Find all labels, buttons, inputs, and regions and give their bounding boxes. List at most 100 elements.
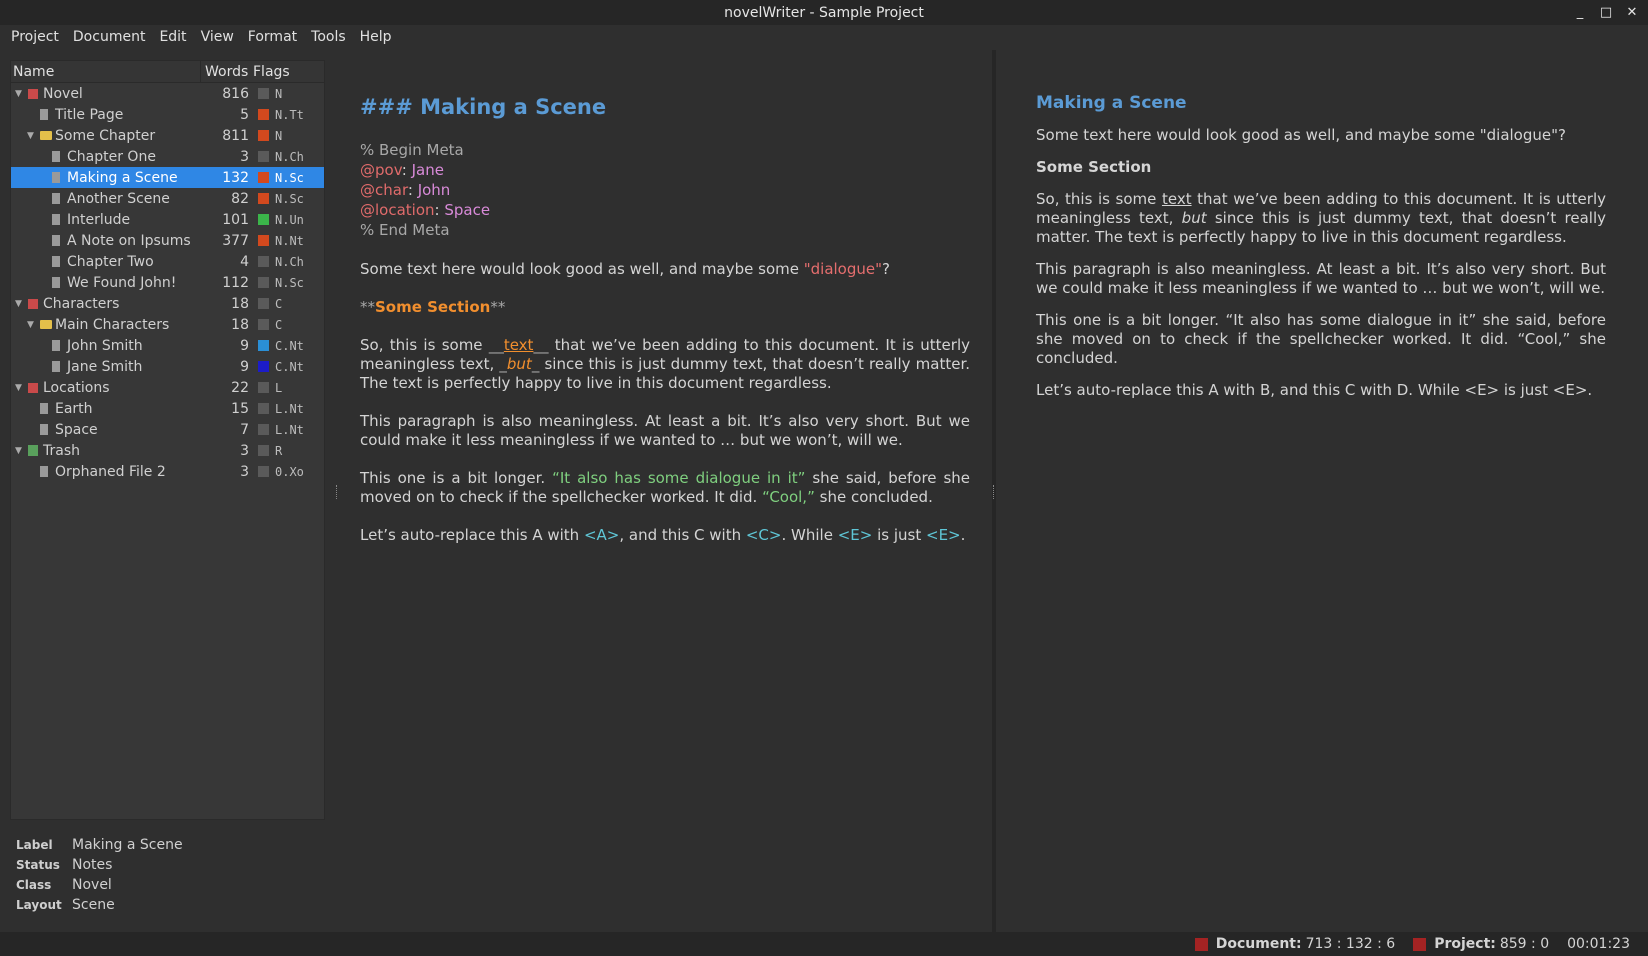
tree-item-a-note-on-ipsums[interactable]: A Note on Ipsums 377 N.Nt [11,230,324,251]
editor-paragraph-3: This paragraph is also meaningless. At l… [360,412,970,449]
menu-project[interactable]: Project [4,25,66,49]
pov-value: Jane [411,161,444,179]
status-color-icon [258,214,269,225]
section-text: Some Section [375,298,491,316]
tree-item-jane-smith[interactable]: Jane Smith 9 C.Nt [11,356,324,377]
document-icon [40,466,48,477]
tree-item-label: Some Chapter [55,127,156,144]
tree-item-orphaned-file-2[interactable]: Orphaned File 2 3 0.Xo [11,461,324,482]
underline-marker: __ [488,336,504,354]
tree-item-characters[interactable]: ▼ Characters 18 C [11,293,324,314]
tree-item-word-count: 9 [240,337,249,354]
editor-paragraph-2: So, this is some __text__ that we’ve bee… [360,336,970,393]
meta-pov-line: @pov: Jane [360,161,970,181]
root-folder-icon [28,88,38,99]
status-color-icon [258,277,269,288]
folder-icon [40,320,52,329]
tree-item-title-page[interactable]: Title Page 5 N.Tt [11,104,324,125]
tree-item-we-found-john[interactable]: We Found John! 112 N.Sc [11,272,324,293]
text: Let’s auto-replace this A with [360,526,584,544]
menu-view[interactable]: View [194,25,241,49]
detail-row: Status Notes [16,855,316,875]
expand-arrow-icon[interactable]: ▼ [15,446,25,456]
tree-item-word-count: 811 [222,127,249,144]
column-header-words[interactable]: Words [201,61,251,83]
trash-icon [28,445,38,456]
detail-row: Label Making a Scene [16,835,316,855]
column-header-flags[interactable]: Flags [251,61,321,83]
tree-item-word-count: 22 [231,379,249,396]
tree-item-label: Locations [43,379,110,396]
viewer-paragraph-2: So, this is some text that we’ve been ad… [1036,190,1606,247]
tree-item-label: Chapter Two [67,253,154,270]
replace-tag: <C> [745,526,782,544]
italic-marker: _ [499,355,507,373]
tree-item-word-count: 816 [222,85,249,102]
minimize-button[interactable]: _ [1572,5,1588,21]
maximize-button[interactable]: □ [1598,5,1614,21]
document-stats-label: Document: [1215,936,1302,952]
tree-item-space[interactable]: Space 7 L.Nt [11,419,324,440]
menu-tools[interactable]: Tools [304,25,353,49]
replace-tag: <E> [926,526,961,544]
tree-item-another-scene[interactable]: Another Scene 82 N.Sc [11,188,324,209]
menu-format[interactable]: Format [241,25,304,49]
window-title: novelWriter - Sample Project [724,4,924,21]
tree-item-chapter-two[interactable]: Chapter Two 4 N.Ch [11,251,324,272]
status-color-icon [258,256,269,267]
status-bar: Document: 713 : 132 : 6 Project: 859 : 0… [0,932,1648,956]
italic-text: but [506,355,532,373]
tree-item-flags: L.Nt [275,401,304,416]
text: So, this is some [360,336,489,354]
editor-content[interactable]: ### Making a Scene % Begin Meta @pov: Ja… [360,92,970,564]
tree-item-main-characters[interactable]: ▼ Main Characters 18 C [11,314,324,335]
tree-item-flags: C.Nt [275,359,304,374]
colon: : [434,201,445,219]
window-controls: _ □ ✕ [1572,0,1640,25]
detail-value-class: Novel [72,877,112,893]
tree-item-label: Orphaned File 2 [55,463,166,480]
menu-edit[interactable]: Edit [152,25,193,49]
tree-item-interlude[interactable]: Interlude 101 N.Un [11,209,324,230]
detail-key-label: Label [16,838,53,852]
tree-item-flags: N.Nt [275,233,304,248]
folder-icon [40,131,52,140]
tree-item-making-a-scene[interactable]: Making a Scene 132 N.Sc [11,167,324,188]
meta-begin-comment: % Begin Meta [360,141,464,159]
editor-paragraph-4: This one is a bit longer. “It also has s… [360,469,970,507]
text: , and this C with [619,526,746,544]
document-icon [52,235,60,246]
expand-arrow-icon[interactable]: ▼ [27,320,37,330]
tree-item-trash[interactable]: ▼ Trash 3 R [11,440,324,461]
close-button[interactable]: ✕ [1624,5,1640,21]
tree-item-earth[interactable]: Earth 15 L.Nt [11,398,324,419]
menu-help[interactable]: Help [353,25,399,49]
viewer-splitter-handle[interactable] [993,485,995,499]
status-color-icon [258,298,269,309]
item-details-panel: Label Making a Scene Status Notes Class … [16,835,316,915]
menu-document[interactable]: Document [66,25,153,49]
tree-item-some-chapter[interactable]: ▼ Some Chapter 811 N [11,125,324,146]
tree-item-novel[interactable]: ▼ Novel 816 N [11,83,324,104]
document-status-led-icon [1194,937,1208,951]
detail-row: Class Novel [16,875,316,895]
expand-arrow-icon[interactable]: ▼ [15,299,25,309]
expand-arrow-icon[interactable]: ▼ [15,383,25,393]
column-header-name[interactable]: Name [11,60,201,83]
tree-item-locations[interactable]: ▼ Locations 22 L [11,377,324,398]
document-icon [52,193,60,204]
tree-item-chapter-one[interactable]: Chapter One 3 N.Ch [11,146,324,167]
project-tree[interactable]: Name Words Flags ▼ Novel 816 N Title Page 5 N.… [10,60,325,820]
expand-arrow-icon[interactable]: ▼ [15,89,25,99]
text: she concluded. [814,488,933,506]
tree-item-flags: N.Sc [275,170,304,185]
tree-item-john-smith[interactable]: John Smith 9 C.Nt [11,335,324,356]
expand-arrow-icon[interactable]: ▼ [27,131,37,141]
tree-item-word-count: 9 [240,358,249,375]
tree-item-label: Earth [55,400,93,417]
document-editor[interactable]: ### Making a Scene % Begin Meta @pov: Ja… [338,50,992,932]
status-color-icon [258,319,269,330]
tree-item-flags: N.Un [275,212,304,227]
document-viewer[interactable]: Making a Scene Some text here would look… [996,50,1648,932]
editor-heading: ### Making a Scene [360,95,607,119]
